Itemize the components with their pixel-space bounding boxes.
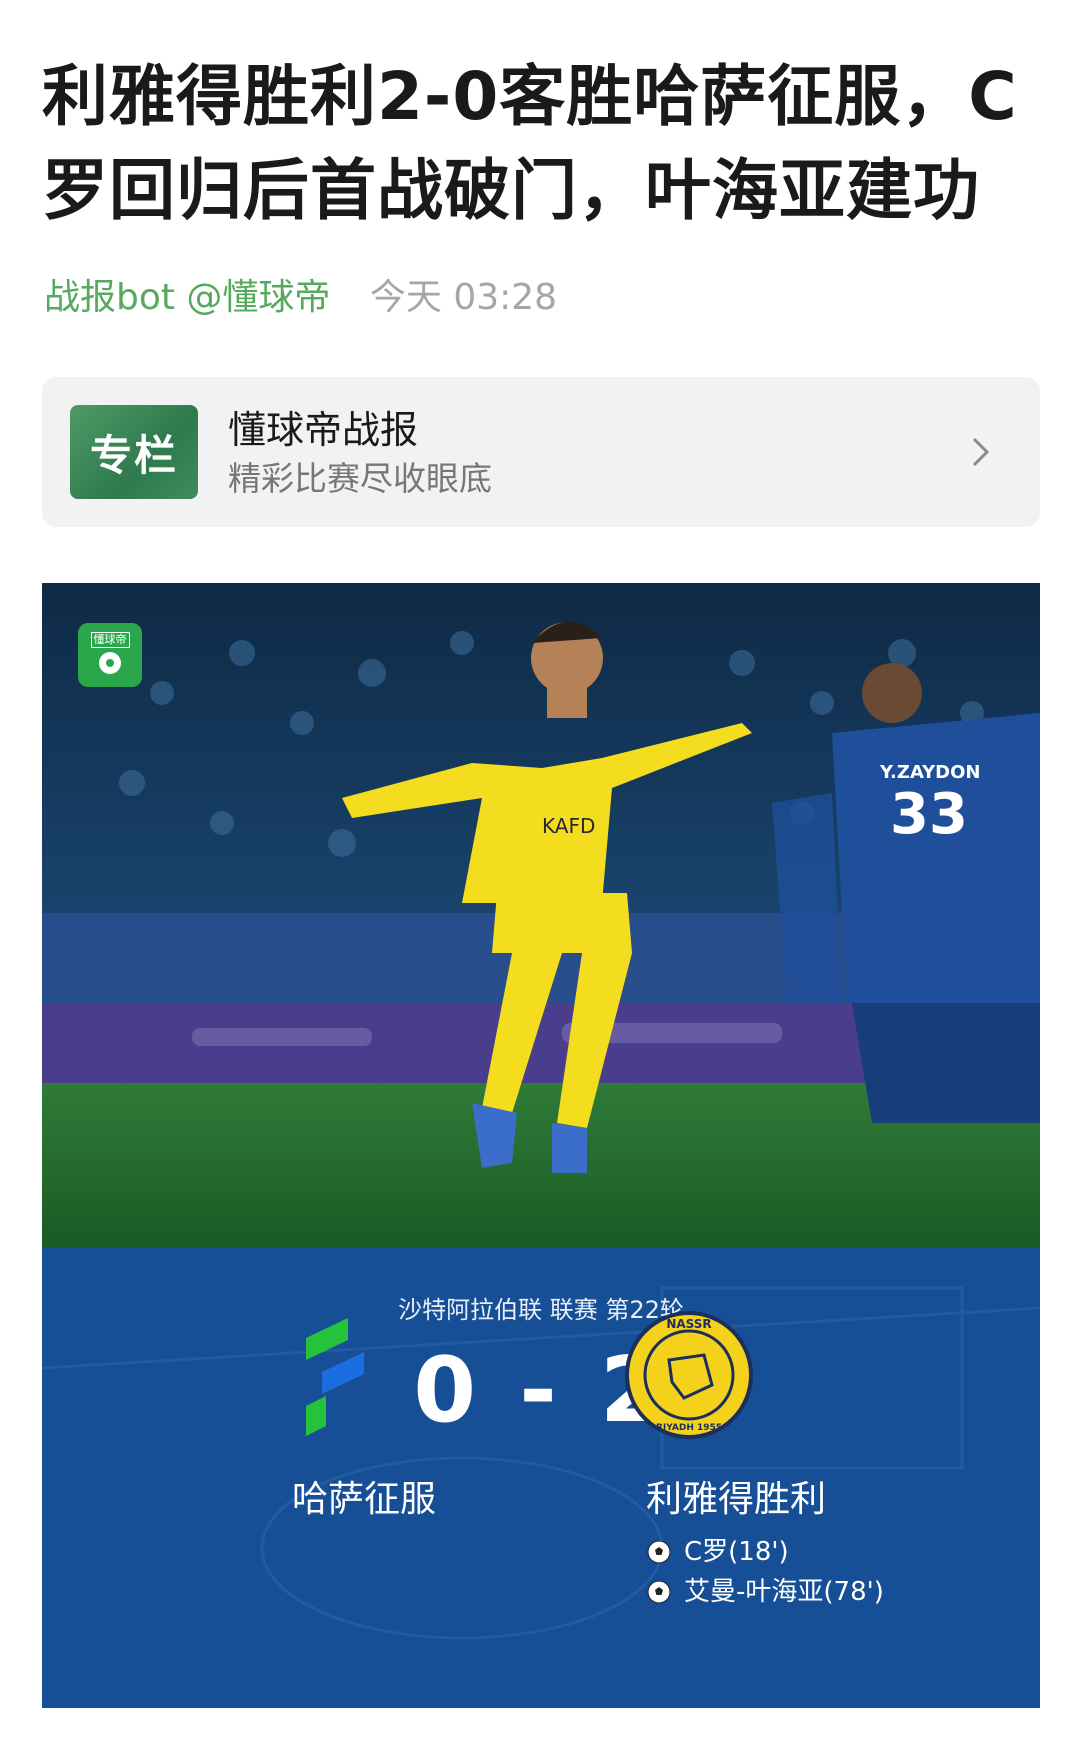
match-image[interactable]: KAFD 33 Y.ZAYDON 懂球帝 沙特阿拉伯联 联赛 第22轮 0 - … [42, 583, 1040, 1708]
scorer-name: C罗(18') [684, 1537, 789, 1567]
dongqiudi-logo: 懂球帝 [78, 623, 142, 687]
ball-icon [99, 652, 121, 674]
scorer-row: C罗(18') [646, 1535, 789, 1569]
watermark-text: 懂球帝 [90, 632, 130, 648]
home-team-name: 哈萨征服 [292, 1479, 437, 1520]
article-page: 利雅得胜利2-0客胜哈萨征服，C罗回归后首战破门，叶海亚建功 战报bot @懂球… [0, 0, 1080, 1744]
publish-time: 今天 03:28 [369, 277, 558, 318]
away-team-logo: NASSR RIYADH 1955 [625, 1311, 753, 1439]
column-badge: 专栏 [70, 405, 198, 499]
away-badge-top: NASSR [666, 1317, 711, 1331]
opponent-number: 33 [890, 782, 968, 847]
scorer-name: 艾曼-叶海亚(78') [684, 1577, 884, 1607]
player-opponent: 33 Y.ZAYDON [832, 663, 1040, 1123]
match-score: 0 - 2 [413, 1338, 669, 1443]
column-title: 懂球帝战报 [228, 408, 419, 452]
soccer-ball-icon [647, 1580, 671, 1604]
author-link[interactable]: 战报bot @懂球帝 [44, 277, 330, 318]
kit-sponsor: KAFD [542, 814, 595, 838]
article-title: 利雅得胜利2-0客胜哈萨征服，C罗回归后首战破门，叶海亚建功 [42, 58, 1018, 229]
column-subtitle: 精彩比赛尽收眼底 [228, 459, 492, 498]
celebration-photo: KAFD 33 Y.ZAYDON [42, 583, 1040, 1248]
opponent-shirt-name: Y.ZAYDON [879, 762, 981, 783]
away-team-name: 利雅得胜利 [646, 1479, 827, 1520]
chevron-right-icon[interactable] [960, 427, 1000, 477]
soccer-ball-icon [647, 1540, 671, 1564]
away-badge-bottom: RIYADH 1955 [656, 1423, 722, 1433]
article-meta: 战报bot @懂球帝 今天 03:28 [44, 274, 557, 322]
column-card[interactable]: 专栏 懂球帝战报 精彩比赛尽收眼底 [42, 377, 1040, 527]
score-panel: 沙特阿拉伯联 联赛 第22轮 0 - 2 NASSR RIYADH 1955 哈… [42, 1248, 1040, 1708]
league-round: 沙特阿拉伯联 联赛 第22轮 [398, 1296, 684, 1324]
scorer-row: 艾曼-叶海亚(78') [646, 1575, 884, 1609]
